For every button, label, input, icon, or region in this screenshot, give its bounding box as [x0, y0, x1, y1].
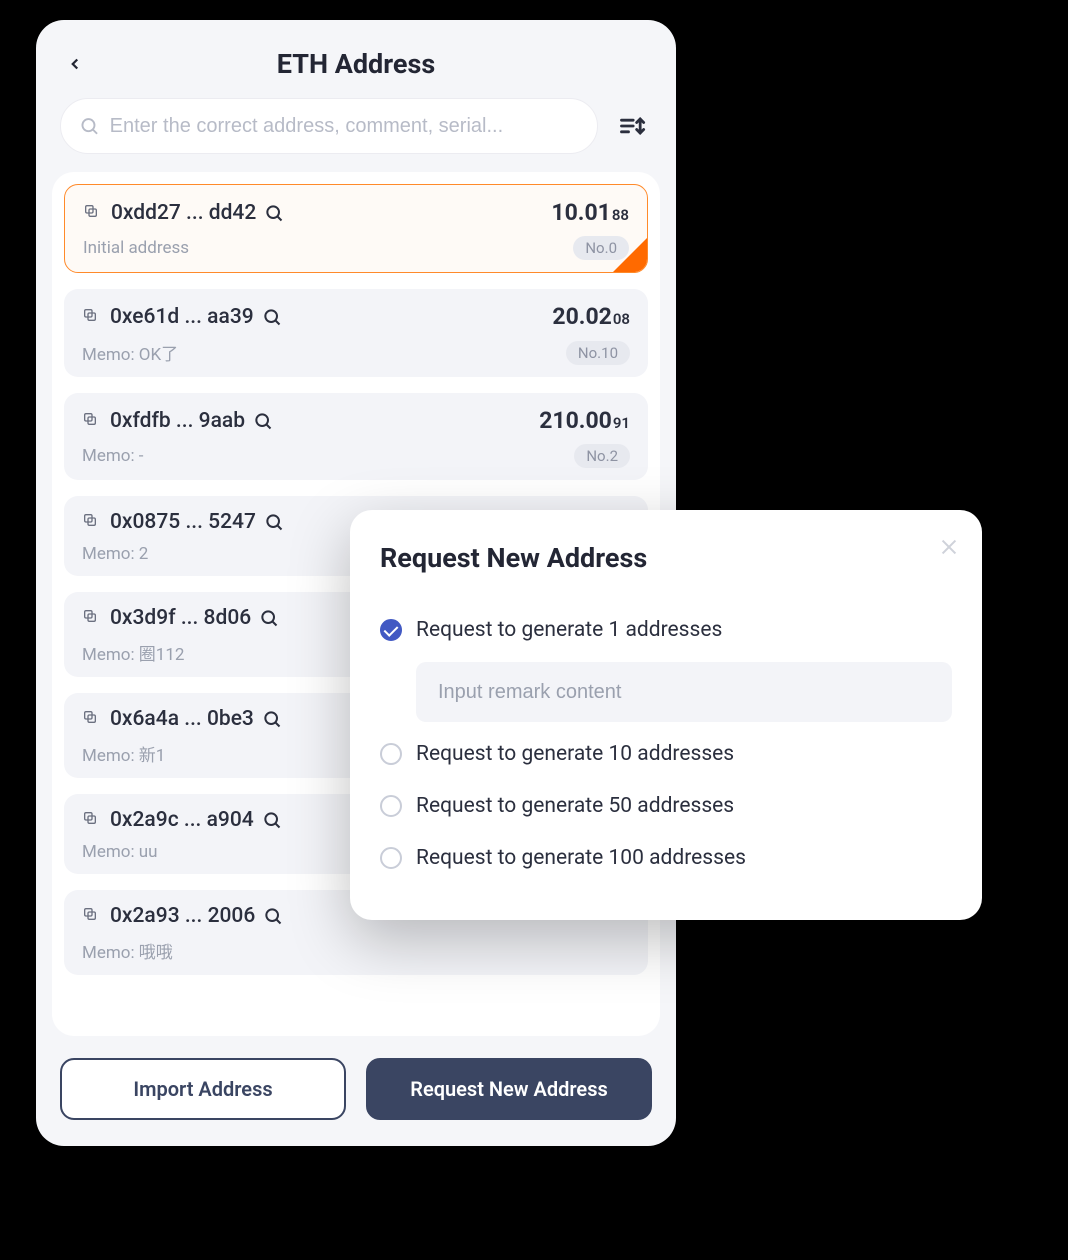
copy-icon[interactable] [83, 203, 103, 223]
search-icon [79, 115, 100, 137]
memo-text: Memo: - [82, 446, 144, 466]
request-address-modal: Request New Address Request to generate … [350, 510, 982, 920]
request-new-address-button[interactable]: Request New Address [366, 1058, 652, 1120]
radio-icon[interactable] [380, 795, 402, 817]
magnify-icon[interactable] [262, 307, 282, 327]
balance: 210.0091 [539, 407, 630, 434]
selected-corner-icon [613, 238, 647, 272]
copy-icon[interactable] [82, 906, 102, 926]
close-icon [938, 536, 960, 558]
address-card-bottom: Memo: OK了 No.10 [82, 340, 630, 365]
address-card-bottom: Memo: 哦哦 [82, 938, 630, 963]
close-button[interactable] [938, 536, 960, 562]
address-card[interactable]: 0xdd27 ... dd42 10.0188 Initial addressNo.… [64, 184, 648, 273]
address-text: 0x3d9f ... 8d06 [110, 606, 251, 630]
memo-text: Memo: 圈112 [82, 640, 184, 665]
copy-icon[interactable] [82, 307, 102, 327]
magnify-icon[interactable] [259, 608, 279, 628]
magnify-icon[interactable] [264, 512, 284, 532]
address-text: 0x0875 ... 5247 [110, 510, 256, 534]
radio-checked-icon[interactable] [380, 619, 402, 641]
remark-input[interactable] [438, 681, 930, 704]
index-badge: No.10 [566, 341, 630, 365]
memo-text: Memo: uu [82, 842, 158, 862]
copy-icon[interactable] [82, 608, 102, 628]
radio-icon[interactable] [380, 743, 402, 765]
address-card-bottom: Initial addressNo.0 [83, 236, 629, 260]
address-card-top: 0xdd27 ... dd42 10.0188 [83, 199, 629, 226]
magnify-icon[interactable] [262, 709, 282, 729]
search-row [36, 98, 676, 172]
option-label: Request to generate 50 addresses [416, 794, 734, 818]
remark-input-wrapper [416, 662, 952, 722]
address-card-bottom: Memo: - No.2 [82, 444, 630, 468]
address-card[interactable]: 0xe61d ... aa39 20.0208 Memo: OK了 No.10 [64, 289, 648, 377]
memo-text: Memo: 2 [82, 544, 148, 564]
address-card-top: 0xfdfb ... 9aab 210.0091 [82, 407, 630, 434]
address-card[interactable]: 0xfdfb ... 9aab 210.0091 Memo: - No.2 [64, 393, 648, 480]
address-text: 0x2a93 ... 2006 [110, 904, 255, 928]
option-label: Request to generate 10 addresses [416, 742, 734, 766]
copy-icon[interactable] [82, 411, 102, 431]
index-badge: No.2 [574, 444, 630, 468]
address-card-top: 0xe61d ... aa39 20.0208 [82, 303, 630, 330]
address-text: 0xfdfb ... 9aab [110, 409, 245, 433]
copy-icon[interactable] [82, 810, 102, 830]
address-text: 0xe61d ... aa39 [110, 305, 254, 329]
balance: 10.0188 [551, 199, 629, 226]
option-label: Request to generate 100 addresses [416, 846, 746, 870]
magnify-icon[interactable] [264, 203, 284, 223]
copy-icon[interactable] [82, 709, 102, 729]
page-title: ETH Address [60, 48, 652, 80]
balance: 20.0208 [552, 303, 630, 330]
address-text: 0x6a4a ... 0be3 [110, 707, 254, 731]
memo-text: Initial address [83, 238, 189, 258]
address-text: 0xdd27 ... dd42 [111, 201, 256, 225]
option-label: Request to generate 1 addresses [416, 618, 722, 642]
search-input[interactable] [110, 115, 579, 138]
modal-options: Request to generate 1 addresses Request t… [380, 604, 952, 884]
memo-text: Memo: 哦哦 [82, 938, 173, 963]
magnify-icon[interactable] [263, 906, 283, 926]
modal-title: Request New Address [380, 542, 952, 574]
request-option[interactable]: Request to generate 10 addresses [380, 728, 952, 780]
sort-icon [618, 112, 646, 140]
import-address-button[interactable]: Import Address [60, 1058, 346, 1120]
request-option[interactable]: Request to generate 50 addresses [380, 780, 952, 832]
magnify-icon[interactable] [253, 411, 273, 431]
header: ETH Address [36, 40, 676, 98]
footer-buttons: Import Address Request New Address [36, 1036, 676, 1146]
request-option[interactable]: Request to generate 100 addresses [380, 832, 952, 884]
memo-text: Memo: 新1 [82, 741, 165, 766]
magnify-icon[interactable] [262, 810, 282, 830]
sort-button[interactable] [612, 106, 652, 146]
radio-icon[interactable] [380, 847, 402, 869]
search-box[interactable] [60, 98, 598, 154]
copy-icon[interactable] [82, 512, 102, 532]
request-option[interactable]: Request to generate 1 addresses [380, 604, 952, 656]
address-text: 0x2a9c ... a904 [110, 808, 254, 832]
memo-text: Memo: OK了 [82, 340, 178, 365]
